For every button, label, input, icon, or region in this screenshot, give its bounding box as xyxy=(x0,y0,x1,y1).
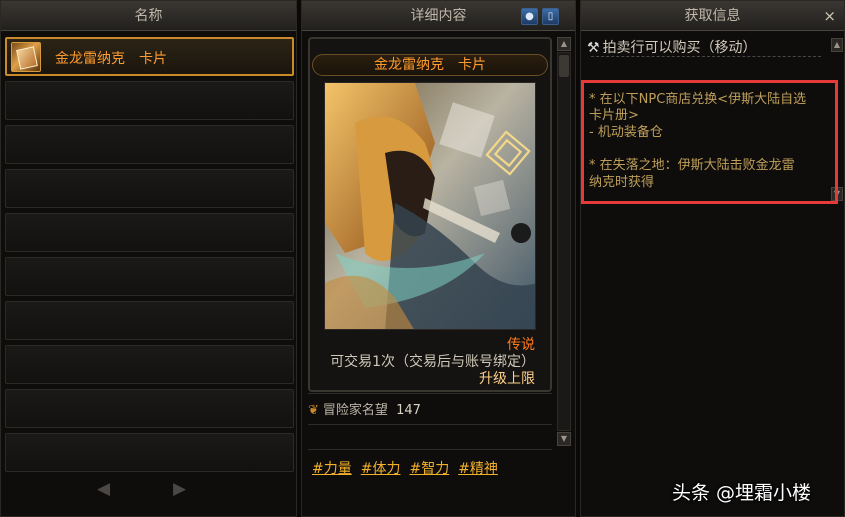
card-item-icon xyxy=(11,42,41,72)
list-item-name: 金龙雷纳克 卡片 xyxy=(55,51,167,67)
watermark: 头条 @埋霜小楼 xyxy=(672,482,812,504)
divider xyxy=(308,393,552,394)
source-line: * 在以下NPC商店兑换<伊斯大陆自选 xyxy=(589,92,807,107)
upgrade-info: 升级上限 xyxy=(479,371,535,387)
tag-spirit[interactable]: #精神 xyxy=(458,458,498,478)
source-header-label: 获取信息 xyxy=(684,8,741,24)
list-header: 名称 xyxy=(1,1,296,31)
tag-intelligence[interactable]: #智力 xyxy=(409,458,449,478)
scroll-up-icon[interactable]: ▲ xyxy=(831,38,843,52)
list-item-empty[interactable] xyxy=(5,345,294,384)
scroll-up-icon[interactable]: ▲ xyxy=(557,37,571,51)
source-panel: 获取信息 × ⚒ 拍卖行可以购买（移动） ▲ ▼ * 在以下NPC商店兑换<伊斯大… xyxy=(580,0,845,517)
source-line: 纳克时获得 xyxy=(589,175,655,190)
auction-note: ⚒ 拍卖行可以购买（移动） xyxy=(587,37,757,57)
auction-note-text: 拍卖行可以购买（移动） xyxy=(602,40,757,56)
list-item-empty[interactable] xyxy=(5,257,294,296)
scrollbar-track[interactable] xyxy=(557,52,571,431)
detail-header-label: 详细内容 xyxy=(410,8,467,24)
source-line: - 机动装备仓 xyxy=(589,125,663,140)
tag-vitality[interactable]: #体力 xyxy=(361,458,401,478)
divider xyxy=(308,449,552,450)
divider xyxy=(308,424,552,425)
source-line: 卡片册> xyxy=(589,108,639,123)
list-item-empty[interactable] xyxy=(5,301,294,340)
card-title: 金龙雷纳克 卡片 xyxy=(312,54,548,76)
hammer-icon: ⚒ xyxy=(587,40,600,56)
card-artwork xyxy=(324,82,536,330)
source-line: * 在失落之地：伊斯大陆击败金龙雷 xyxy=(589,158,795,173)
item-list-panel: 名称 金龙雷纳克 卡片 ◀ ▶ xyxy=(0,0,297,517)
reputation-value: 147 xyxy=(396,403,421,418)
close-icon[interactable]: × xyxy=(823,1,836,31)
list-item-empty[interactable] xyxy=(5,169,294,208)
reputation-icon: ❦ xyxy=(308,403,319,418)
scroll-down-icon[interactable]: ▼ xyxy=(557,432,571,446)
detail-header: 详细内容 ● ▯ xyxy=(302,1,575,31)
pin-icon[interactable]: ● xyxy=(521,8,538,25)
list-item-empty[interactable] xyxy=(5,125,294,164)
list-item-empty[interactable] xyxy=(5,433,294,472)
reputation-label: 冒险家名望 xyxy=(322,403,388,418)
list-item-empty[interactable] xyxy=(5,213,294,252)
list-item-empty[interactable] xyxy=(5,389,294,428)
tag-list: #力量 #体力 #智力 #精神 xyxy=(312,458,507,478)
prev-page-arrow[interactable]: ◀ xyxy=(97,479,110,499)
tag-strength[interactable]: #力量 xyxy=(312,458,352,478)
list-item-empty[interactable] xyxy=(5,81,294,120)
detail-panel: 详细内容 ● ▯ 金龙雷纳克 卡片 传说 可交易1次（交易后与账号绑定） 升级上… xyxy=(301,0,576,517)
next-page-arrow[interactable]: ▶ xyxy=(173,479,186,499)
list-item-selected[interactable]: 金龙雷纳克 卡片 xyxy=(5,37,294,76)
reputation-row: ❦ 冒险家名望 147 xyxy=(308,399,421,418)
copy-icon[interactable]: ▯ xyxy=(542,8,559,25)
dashed-divider xyxy=(591,56,821,57)
scrollbar-thumb[interactable] xyxy=(559,55,569,77)
source-header: 获取信息 × xyxy=(581,1,844,31)
